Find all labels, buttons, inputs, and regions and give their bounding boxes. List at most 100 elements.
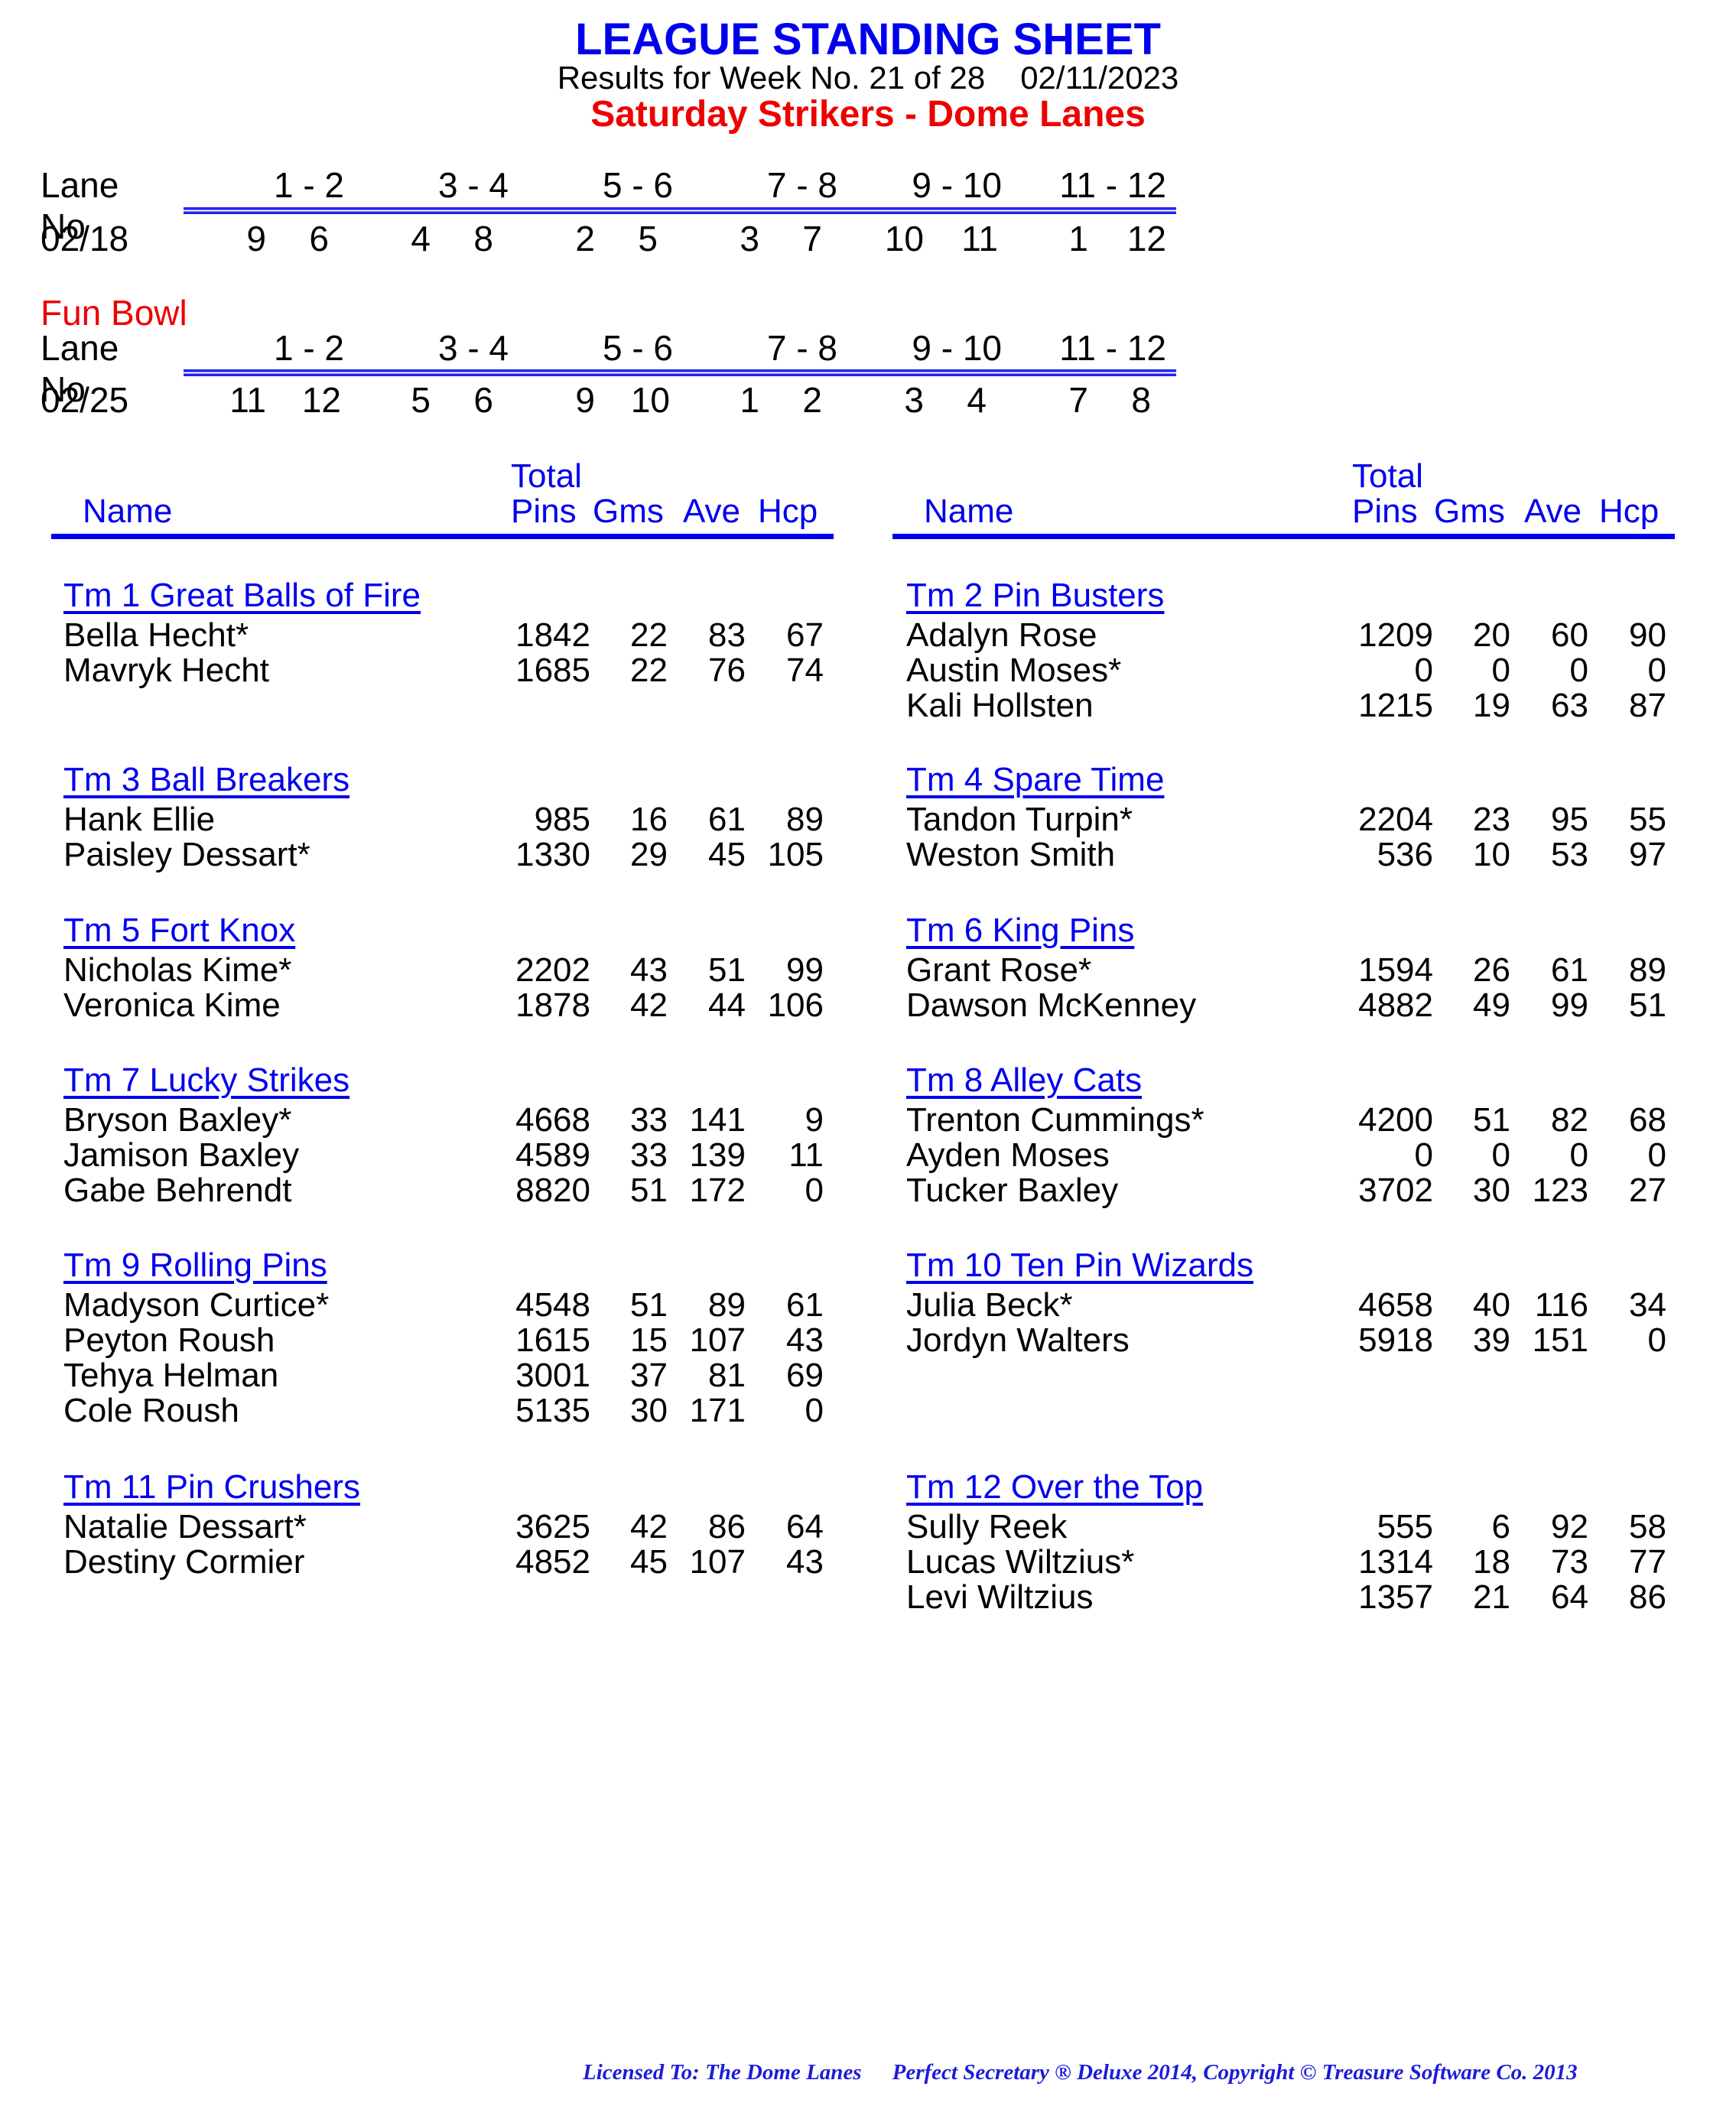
team-number: 4	[411, 219, 431, 258]
player-hcp: 61	[786, 1286, 824, 1324]
report-date: 02/11/2023	[1020, 60, 1179, 96]
player-pins: 2204	[1358, 801, 1433, 838]
player-gms: 10	[1473, 836, 1510, 873]
player-row: Mavryk Hecht 1685 22 76 74	[63, 652, 828, 689]
player-pins: 555	[1377, 1508, 1433, 1545]
player-ave: 0	[1569, 1136, 1588, 1174]
player-row: Peyton Roush 1615 15 107 43	[63, 1321, 828, 1359]
player-gms: 51	[630, 1172, 668, 1209]
footer: Licensed To: The Dome Lanes Perfect Secre…	[583, 2060, 1578, 2085]
player-ave: 82	[1551, 1101, 1588, 1139]
lane-pair-label: 7 - 8	[766, 328, 837, 368]
player-pins: 4589	[515, 1136, 590, 1174]
player-pins: 1209	[1358, 616, 1433, 654]
player-hcp: 43	[786, 1321, 824, 1359]
player-name: Bryson Baxley*	[63, 1101, 292, 1139]
team-number: 6	[473, 380, 493, 420]
player-gms: 49	[1473, 986, 1510, 1024]
player-hcp: 9	[805, 1101, 824, 1139]
player-hcp: 89	[786, 801, 824, 838]
player-pins: 1330	[515, 836, 590, 873]
schedule-date: 02/18	[41, 219, 129, 258]
handicap-header: Hcp	[1599, 492, 1660, 530]
player-ave: 123	[1532, 1172, 1588, 1209]
player-pins: 4852	[515, 1543, 590, 1581]
player-row: Trenton Cummings* 4200 51 82 68	[906, 1101, 1671, 1139]
player-ave: 45	[708, 836, 746, 873]
player-ave: 61	[708, 801, 746, 838]
lane-pair-label: 5 - 6	[602, 165, 673, 205]
player-row: Weston Smith 536 10 53 97	[906, 836, 1671, 873]
total-header: Total	[1352, 457, 1423, 495]
player-name: Tucker Baxley	[906, 1172, 1119, 1209]
player-ave: 172	[689, 1172, 746, 1209]
player-row: Julia Beck* 4658 40 116 34	[906, 1286, 1671, 1324]
player-ave: 53	[1551, 836, 1588, 873]
player-row: Bryson Baxley* 4668 33 141 9	[63, 1101, 828, 1139]
player-gms: 22	[630, 652, 668, 689]
name-header: Name	[924, 492, 1014, 530]
team-title-link[interactable]: Tm 5 Fort Knox	[63, 912, 295, 950]
player-pins: 4658	[1358, 1286, 1433, 1324]
player-name: Paisley Dessart*	[63, 836, 310, 873]
player-gms: 0	[1491, 652, 1510, 689]
team-title-link[interactable]: Tm 10 Ten Pin Wizards	[906, 1246, 1253, 1285]
team-title-link[interactable]: Tm 9 Rolling Pins	[63, 1246, 327, 1285]
player-row: Tucker Baxley 3702 30 123 27	[906, 1172, 1671, 1209]
player-pins: 4548	[515, 1286, 590, 1324]
player-hcp: 0	[1647, 1136, 1666, 1174]
player-gms: 51	[1473, 1101, 1510, 1139]
player-row: Grant Rose* 1594 26 61 89	[906, 951, 1671, 989]
player-name: Cole Roush	[63, 1392, 239, 1429]
player-gms: 19	[1473, 687, 1510, 724]
lane-pair-label: 3 - 4	[437, 328, 509, 368]
lane-pair-label: 1 - 2	[273, 165, 344, 205]
player-hcp: 11	[788, 1136, 824, 1174]
team-number: 2	[802, 380, 822, 420]
player-name: Bella Hecht*	[63, 616, 249, 654]
player-ave: 81	[708, 1357, 746, 1394]
player-gms: 15	[630, 1321, 668, 1359]
player-gms: 23	[1473, 801, 1510, 838]
page-title: LEAGUE STANDING SHEET	[575, 15, 1161, 64]
pins-header: Pins	[1352, 492, 1418, 530]
lane-pair-label: 11 - 12	[1059, 328, 1166, 368]
team-number: 10	[630, 380, 670, 420]
software-copyright: Perfect Secretary ® Deluxe 2014, Copyrig…	[892, 2060, 1578, 2085]
team-title-link[interactable]: Tm 12 Over the Top	[906, 1468, 1203, 1506]
team-title-link[interactable]: Tm 6 King Pins	[906, 912, 1134, 950]
player-hcp: 64	[786, 1508, 824, 1545]
player-gms: 20	[1473, 616, 1510, 654]
team-title-link[interactable]: Tm 4 Spare Time	[906, 761, 1164, 799]
player-hcp: 27	[1629, 1172, 1666, 1209]
player-hcp: 0	[805, 1172, 824, 1209]
team-title-link[interactable]: Tm 3 Ball Breakers	[63, 761, 349, 799]
player-hcp: 68	[1629, 1101, 1666, 1139]
team-title-link[interactable]: Tm 8 Alley Cats	[906, 1061, 1142, 1100]
player-row: Madyson Curtice* 4548 51 89 61	[63, 1286, 828, 1324]
player-name: Kali Hollsten	[906, 687, 1094, 724]
player-ave: 141	[689, 1101, 746, 1139]
player-gms: 37	[630, 1357, 668, 1394]
lane-pair-label: 7 - 8	[766, 165, 837, 205]
week-results-line: Results for Week No. 21 of 28 02/11/2023	[0, 60, 1736, 96]
player-ave: 51	[708, 951, 746, 989]
player-gms: 29	[630, 836, 668, 873]
lane-pair-label: 3 - 4	[437, 165, 509, 205]
team-title-link[interactable]: Tm 7 Lucky Strikes	[63, 1061, 349, 1100]
team-title-link[interactable]: Tm 1 Great Balls of Fire	[63, 577, 421, 615]
lane-pair-label: 9 - 10	[912, 165, 1002, 205]
player-row: Gabe Behrendt 8820 51 172 0	[63, 1172, 828, 1209]
player-pins: 1615	[515, 1321, 590, 1359]
week-results-text: Results for Week No. 21 of 28	[557, 60, 986, 96]
average-header: Ave	[683, 492, 741, 530]
team-number: 12	[301, 380, 341, 420]
player-pins: 1314	[1358, 1543, 1433, 1581]
team-title-link[interactable]: Tm 11 Pin Crushers	[63, 1468, 360, 1506]
player-hcp: 74	[786, 652, 824, 689]
player-ave: 44	[708, 986, 746, 1024]
team-number: 5	[638, 219, 658, 258]
player-name: Madyson Curtice*	[63, 1286, 330, 1324]
lane-divider-line	[184, 369, 1176, 376]
team-title-link[interactable]: Tm 2 Pin Busters	[906, 577, 1164, 615]
